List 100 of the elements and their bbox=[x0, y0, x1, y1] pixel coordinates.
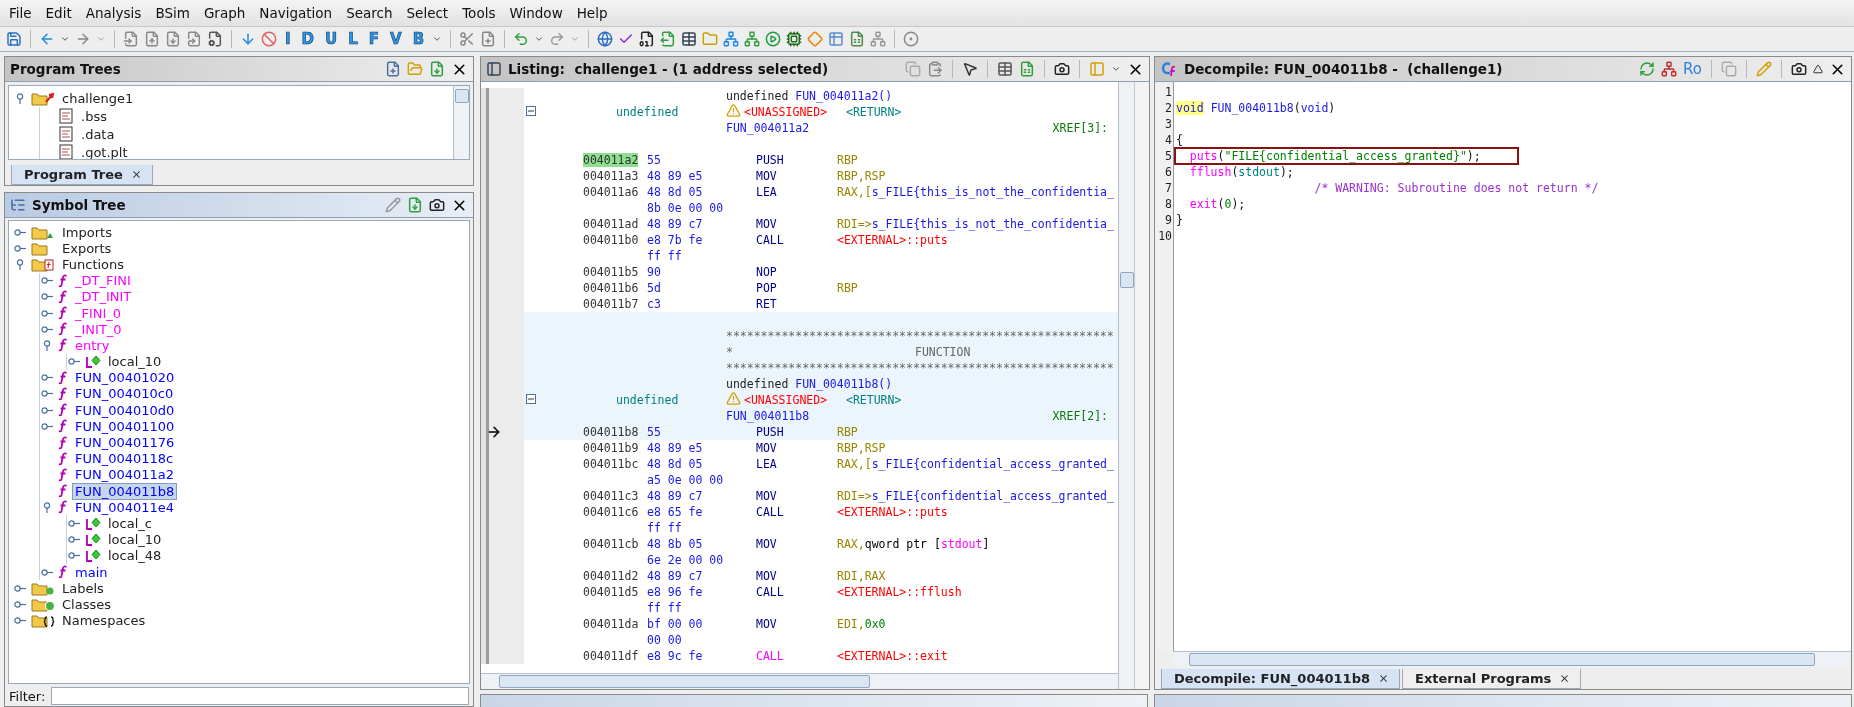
tree-item[interactable]: FUN_00401100 bbox=[72, 417, 178, 435]
tree-item[interactable]: local_10 bbox=[105, 531, 165, 549]
camera-icon[interactable] bbox=[1054, 61, 1070, 77]
expand-toggle-icon[interactable] bbox=[41, 293, 53, 301]
tab[interactable]: Decompile: FUN_004011b8 bbox=[1161, 669, 1400, 689]
tree-item[interactable]: FUN_004011e4 bbox=[72, 498, 178, 516]
xref-text[interactable]: XREF[3]: bbox=[1052, 121, 1108, 135]
address[interactable]: 004011ad bbox=[583, 217, 639, 231]
symbol-tree-icon[interactable] bbox=[10, 197, 26, 213]
tree-item[interactable]: FUN_00401176 bbox=[72, 434, 178, 452]
caret-icon[interactable] bbox=[432, 34, 443, 44]
toolbar-button[interactable]: F bbox=[365, 30, 383, 48]
expand-toggle-icon[interactable] bbox=[41, 277, 53, 285]
tab[interactable]: Program Tree bbox=[11, 165, 153, 185]
menu-item[interactable]: Search bbox=[339, 3, 400, 23]
menu-item[interactable]: Select bbox=[399, 3, 456, 23]
menu-item[interactable]: Graph bbox=[196, 3, 253, 23]
function-label[interactable]: FUN_004011a2 bbox=[726, 121, 810, 135]
menu-item[interactable]: Window bbox=[502, 3, 570, 23]
address[interactable]: 004011b7 bbox=[583, 297, 639, 311]
tree-item[interactable]: local_10 bbox=[105, 353, 165, 371]
close-icon[interactable] bbox=[1378, 673, 1389, 684]
expand-toggle-icon[interactable] bbox=[68, 519, 80, 527]
tree-item[interactable]: FUN_004010c0 bbox=[72, 385, 177, 403]
expand-toggle-icon[interactable] bbox=[14, 244, 26, 252]
menu-item[interactable]: Help bbox=[569, 3, 615, 23]
expand-toggle-icon[interactable] bbox=[68, 358, 80, 366]
tree-item[interactable]: .data bbox=[78, 125, 118, 143]
menu-item[interactable]: Navigation bbox=[252, 3, 340, 23]
scrollbar[interactable] bbox=[481, 673, 1118, 689]
address[interactable]: 004011b9 bbox=[583, 441, 639, 455]
caret-icon[interactable] bbox=[60, 34, 70, 44]
table-icon[interactable] bbox=[681, 31, 698, 47]
redo-icon[interactable] bbox=[549, 31, 566, 47]
tree-item[interactable]: .got.plt bbox=[78, 143, 131, 159]
tree-item[interactable]: Exports bbox=[59, 239, 115, 257]
address[interactable]: 004011a2 bbox=[583, 153, 639, 167]
tree-item[interactable]: main bbox=[72, 563, 111, 581]
caret-icon[interactable] bbox=[534, 34, 545, 44]
collapse-toggle-icon[interactable] bbox=[16, 92, 24, 104]
tree-item[interactable]: .bss bbox=[78, 107, 110, 125]
graph-icon[interactable] bbox=[1661, 61, 1678, 77]
collapse-icon[interactable] bbox=[526, 106, 536, 116]
tree-item[interactable]: local_48 bbox=[105, 547, 165, 565]
tree-item[interactable]: Functions bbox=[59, 255, 128, 273]
undo-icon[interactable] bbox=[513, 31, 530, 47]
table-icon[interactable] bbox=[997, 61, 1013, 77]
paste-icon[interactable] bbox=[927, 61, 943, 77]
collapse-toggle-icon[interactable] bbox=[43, 501, 51, 513]
address[interactable]: 004011b0 bbox=[583, 233, 639, 247]
close-icon[interactable] bbox=[130, 169, 142, 180]
tree-item[interactable]: FUN_004011a2 bbox=[72, 466, 178, 484]
address[interactable]: 004011d5 bbox=[583, 585, 639, 599]
refresh-icon[interactable] bbox=[1639, 61, 1656, 77]
address[interactable]: 004011c6 bbox=[583, 505, 639, 519]
expand-toggle-icon[interactable] bbox=[41, 406, 53, 414]
tree-item[interactable]: local_c bbox=[105, 514, 155, 532]
menu-item[interactable]: Analysis bbox=[78, 3, 149, 23]
toolbar-button[interactable]: B bbox=[409, 30, 428, 48]
expand-toggle-icon[interactable] bbox=[68, 552, 80, 560]
expand-toggle-icon[interactable] bbox=[68, 536, 80, 544]
tree-item[interactable]: FUN_00401020 bbox=[72, 369, 178, 387]
menu-item[interactable]: File bbox=[2, 3, 39, 23]
address[interactable]: 004011a3 bbox=[583, 169, 639, 183]
hierarchy-icon[interactable] bbox=[744, 31, 761, 47]
binary-file-icon[interactable] bbox=[639, 31, 656, 47]
expand-toggle-icon[interactable] bbox=[41, 374, 53, 382]
expand-toggle-icon[interactable] bbox=[41, 568, 53, 576]
scissors-icon[interactable] bbox=[459, 31, 476, 47]
tree-icon[interactable] bbox=[723, 31, 740, 47]
caret-icon[interactable] bbox=[1111, 64, 1121, 74]
expand-toggle-icon[interactable] bbox=[14, 600, 26, 608]
collapse-toggle-icon[interactable] bbox=[43, 339, 51, 351]
document-icon[interactable] bbox=[429, 61, 445, 77]
address[interactable]: 004011b8 bbox=[583, 425, 639, 439]
address[interactable]: 004011a6 bbox=[583, 185, 639, 199]
menu-item[interactable]: Edit bbox=[38, 3, 79, 23]
expand-toggle-icon[interactable] bbox=[41, 422, 53, 430]
document-icon[interactable] bbox=[207, 31, 223, 47]
tree-item[interactable]: Labels bbox=[59, 579, 107, 597]
down-arrow-icon[interactable] bbox=[240, 31, 256, 47]
tree-item[interactable]: Imports bbox=[59, 223, 115, 241]
new-tree-icon[interactable] bbox=[385, 61, 401, 77]
filter-field[interactable] bbox=[51, 687, 469, 705]
address[interactable]: 004011bc bbox=[583, 457, 639, 471]
scrollbar[interactable] bbox=[453, 86, 469, 159]
address[interactable]: 004011df bbox=[583, 649, 639, 663]
spreadsheet-icon[interactable] bbox=[849, 31, 866, 47]
tree-item[interactable]: challenge1 bbox=[59, 89, 137, 107]
listing-icon[interactable] bbox=[486, 61, 502, 77]
document-icon[interactable] bbox=[123, 31, 139, 47]
dropdown-icon[interactable] bbox=[1813, 64, 1823, 74]
tree-item[interactable]: FUN_0040118c bbox=[72, 450, 177, 468]
spreadsheet-icon[interactable] bbox=[1019, 61, 1035, 77]
expand-toggle-icon[interactable] bbox=[41, 390, 53, 398]
scrollbar[interactable] bbox=[1118, 82, 1134, 689]
document-icon[interactable] bbox=[480, 31, 497, 47]
play-icon[interactable] bbox=[765, 31, 782, 47]
expand-toggle-icon[interactable] bbox=[14, 584, 26, 592]
camera-icon[interactable] bbox=[1791, 61, 1807, 77]
